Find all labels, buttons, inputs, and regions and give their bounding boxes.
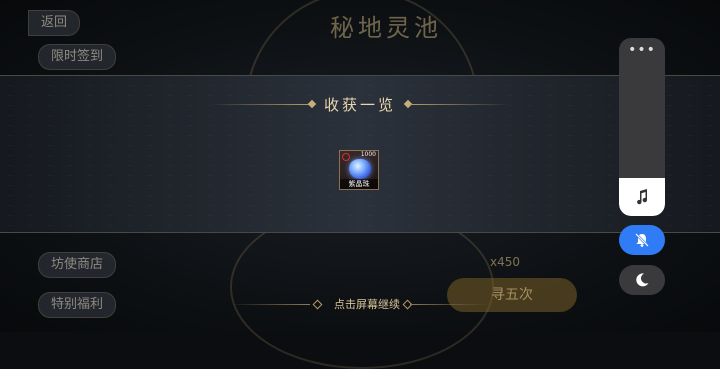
hint-divider-left — [230, 304, 310, 305]
dark-mode-button[interactable] — [619, 265, 665, 295]
item-corner-mark — [342, 153, 350, 161]
more-options-icon[interactable]: ••• — [619, 42, 665, 58]
hint-diamond-left-icon — [312, 299, 323, 310]
continue-hint-text: 点击屏幕继续 — [334, 298, 400, 311]
limited-checkin-button: 限时签到 — [38, 44, 117, 70]
hint-divider-right — [410, 304, 490, 305]
currency-count: x450 — [490, 255, 521, 269]
title-divider-right — [410, 104, 510, 105]
banner-title-row: 收获一览 — [0, 94, 720, 114]
item-quantity: 1000 — [360, 151, 376, 158]
bell-mute-button[interactable] — [619, 225, 665, 255]
continue-hint[interactable]: 点击屏幕继续 — [0, 296, 720, 312]
item-name: 紫晶珠 — [340, 179, 378, 189]
music-note-icon[interactable] — [619, 178, 665, 216]
background-title: 秘地灵池 — [330, 14, 442, 42]
title-divider-left — [210, 104, 310, 105]
bell-mute-icon — [635, 233, 649, 247]
back-button: 返回 — [28, 10, 81, 36]
banner-title: 收获一览 — [323, 96, 396, 114]
diamond-left-icon — [307, 99, 317, 109]
system-volume-panel[interactable]: ••• — [619, 38, 665, 216]
moon-icon — [636, 273, 649, 287]
shop-button: 坊使商店 — [38, 252, 117, 278]
reward-item[interactable]: 1000 紫晶珠 — [339, 150, 379, 190]
blue-gem-icon — [349, 159, 371, 179]
